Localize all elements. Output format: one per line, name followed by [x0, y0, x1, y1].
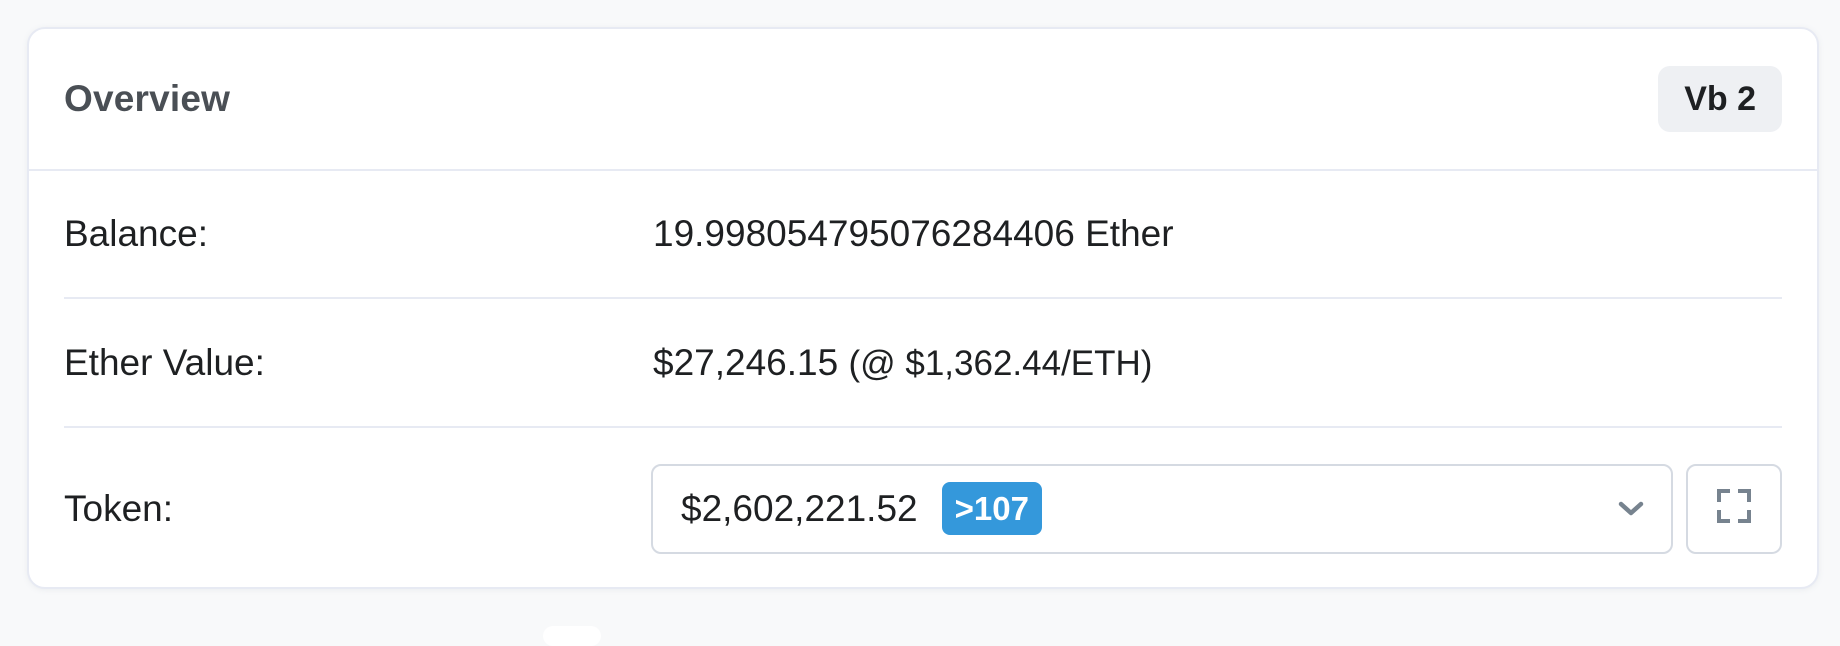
- overview-title: Overview: [64, 78, 231, 119]
- balance-row: Balance: 19.998054795076284406 Ether: [64, 171, 1782, 299]
- ether-value-amount: $27,246.15: [653, 341, 839, 383]
- token-count-badge: >107: [941, 482, 1042, 535]
- ether-value: $27,246.15 (@ $1,362.44/ETH): [653, 342, 1152, 384]
- expand-icon: [1716, 488, 1752, 529]
- token-row: Token: $2,602,221.52 >107: [64, 428, 1782, 589]
- card-header: Overview Vb 2: [29, 29, 1817, 171]
- balance-label: Balance:: [64, 213, 208, 254]
- token-label: Token:: [64, 487, 174, 529]
- card-body: Balance: 19.998054795076284406 Ether Eth…: [29, 171, 1817, 589]
- ether-price-rate: (@ $1,362.44/ETH): [848, 343, 1153, 383]
- chevron-down-icon[interactable]: [1617, 495, 1645, 523]
- ether-value-row: Ether Value: $27,246.15 (@ $1,362.44/ETH…: [64, 299, 1782, 428]
- token-controls: $2,602,221.52 >107: [651, 463, 1782, 554]
- bottom-tab-edge: [543, 626, 601, 646]
- token-total-amount: $2,602,221.52: [681, 487, 918, 529]
- expand-button[interactable]: [1686, 463, 1782, 554]
- token-dropdown[interactable]: $2,602,221.52 >107: [651, 463, 1673, 554]
- overview-card: Overview Vb 2 Balance: 19.99805479507628…: [27, 27, 1819, 589]
- version-badge[interactable]: Vb 2: [1658, 66, 1782, 132]
- ether-value-label: Ether Value:: [64, 341, 265, 383]
- balance-value: 19.998054795076284406 Ether: [653, 213, 1174, 254]
